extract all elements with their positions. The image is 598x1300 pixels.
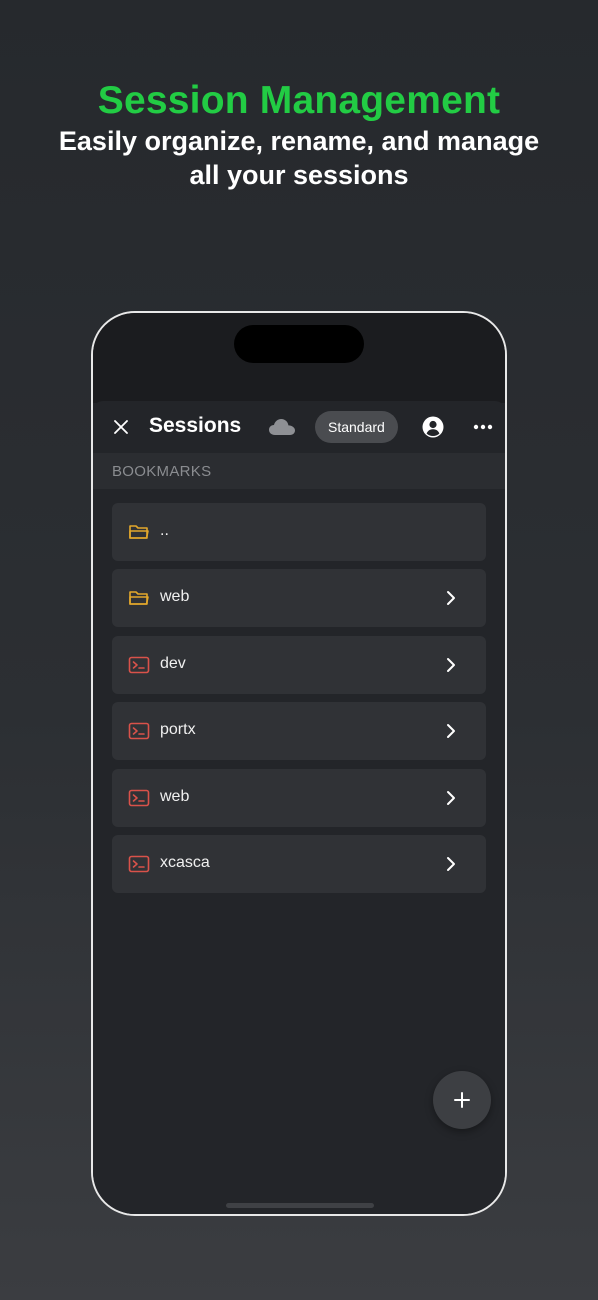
list-item-session-dev[interactable]: dev bbox=[112, 635, 486, 694]
list-item-session-portx[interactable]: portx bbox=[112, 702, 486, 761]
chevron-right-icon bbox=[447, 724, 455, 739]
list-item-label: xcasca bbox=[160, 853, 210, 871]
promo-title: Session Management bbox=[97, 79, 501, 122]
section-label: BOOKMARKS bbox=[112, 462, 212, 480]
account-button[interactable] bbox=[421, 415, 445, 439]
more-options-button[interactable] bbox=[471, 415, 495, 439]
more-icon bbox=[473, 424, 493, 430]
cloud-sync-button[interactable] bbox=[268, 417, 296, 437]
folder-icon bbox=[129, 591, 149, 606]
promo-header: Session Management Easily organize, rena… bbox=[0, 78, 598, 192]
list-item-folder-web[interactable]: web bbox=[112, 569, 486, 628]
page-title: Sessions bbox=[149, 414, 242, 437]
add-session-button[interactable] bbox=[433, 1071, 491, 1129]
terminal-icon bbox=[128, 722, 150, 740]
sheet-header: Sessions Standard bbox=[93, 401, 505, 453]
promo-subtitle-line2: all your sessions bbox=[189, 160, 409, 190]
close-button[interactable] bbox=[109, 415, 133, 439]
list-item-parent-folder[interactable]: .. bbox=[112, 503, 486, 561]
sessions-sheet: Sessions Standard BOOKMARKS .. web dev p… bbox=[93, 401, 505, 1214]
phone-frame: Sessions Standard BOOKMARKS .. web dev p… bbox=[91, 311, 507, 1216]
cloud-icon bbox=[269, 419, 295, 435]
status-area bbox=[93, 313, 505, 403]
list-item-label: dev bbox=[160, 654, 186, 672]
promo-subtitle-line1: Easily organize, rename, and manage bbox=[58, 126, 540, 156]
list-item-session-xcasca[interactable]: xcasca bbox=[112, 834, 486, 893]
account-icon bbox=[422, 416, 444, 438]
home-indicator bbox=[226, 1203, 374, 1208]
dynamic-island bbox=[234, 325, 364, 363]
list-item-label: portx bbox=[160, 721, 196, 739]
section-header: BOOKMARKS bbox=[93, 453, 505, 489]
list-item-label: web bbox=[160, 588, 190, 606]
list-item-label: web bbox=[160, 787, 190, 805]
chevron-right-icon bbox=[447, 790, 455, 805]
folder-icon bbox=[129, 525, 149, 539]
plus-icon bbox=[454, 1092, 470, 1108]
list-item-label: .. bbox=[160, 522, 169, 539]
terminal-icon bbox=[128, 656, 150, 674]
terminal-icon bbox=[128, 855, 150, 873]
bookmark-list: .. web dev portx web xcasca bbox=[112, 503, 486, 901]
chevron-right-icon bbox=[447, 591, 455, 606]
terminal-icon bbox=[128, 789, 150, 806]
close-icon bbox=[114, 420, 128, 434]
chevron-right-icon bbox=[447, 657, 455, 672]
mode-label: Standard bbox=[328, 419, 385, 435]
list-item-session-web[interactable]: web bbox=[112, 768, 486, 827]
mode-toggle-button[interactable]: Standard bbox=[315, 411, 398, 443]
chevron-right-icon bbox=[447, 856, 455, 871]
